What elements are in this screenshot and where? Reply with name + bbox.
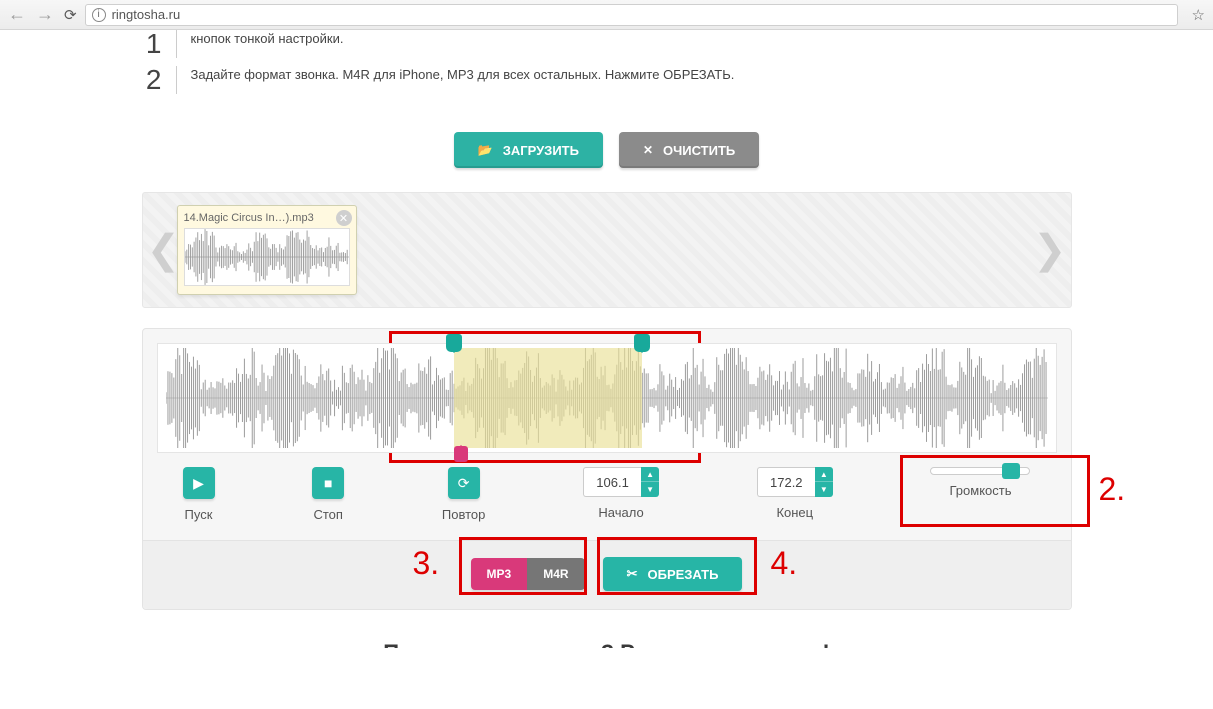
end-label: Конец [776, 505, 813, 520]
site-info-icon[interactable]: i [92, 8, 106, 22]
start-group: ▲ ▼ Начало [583, 467, 659, 520]
annotation-2: 2. [1098, 471, 1125, 508]
instructions-block: 1 кнопок тонкой настройки. 2 Задайте фор… [142, 30, 1072, 114]
step-number: 2 [142, 66, 162, 94]
play-label: Пуск [185, 507, 213, 522]
repeat-icon: ⟳ [458, 475, 470, 492]
stop-group: ■ Стоп [312, 467, 344, 522]
start-down-button[interactable]: ▼ [641, 482, 659, 497]
waveform-area[interactable] [157, 343, 1057, 453]
load-button[interactable]: 📂 ЗАГРУЗИТЬ [454, 132, 603, 168]
selection-region[interactable] [454, 348, 643, 448]
format-toggle: MP3 M4R [471, 558, 585, 590]
format-mp3-button[interactable]: MP3 [471, 558, 528, 590]
volume-thumb[interactable] [1002, 463, 1020, 479]
repeat-button[interactable]: ⟳ [448, 467, 480, 499]
browser-toolbar: ← → ⟳ i ringtosha.ru ☆ [0, 0, 1213, 30]
step-1: 1 кнопок тонкой настройки. [142, 30, 1072, 58]
volume-slider[interactable] [930, 467, 1030, 475]
stop-button[interactable]: ■ [312, 467, 344, 499]
start-up-button[interactable]: ▲ [641, 467, 659, 482]
bottom-row: 3. 4. MP3 M4R ✂ ОБРЕЗАТЬ [143, 541, 1071, 609]
file-card[interactable]: ✕ 14.Magic Circus In…).mp3 [177, 205, 357, 295]
end-time-input[interactable] [757, 467, 815, 497]
load-button-label: ЗАГРУЗИТЬ [503, 143, 579, 158]
step-text: Задайте формат звонка. M4R для iPhone, M… [176, 66, 735, 94]
stop-label: Стоп [313, 507, 342, 522]
cut-button-label: ОБРЕЗАТЬ [647, 567, 718, 582]
step-text: кнопок тонкой настройки. [176, 30, 344, 58]
step-2: 2 Задайте формат звонка. M4R для iPhone,… [142, 66, 1072, 94]
file-name: 14.Magic Circus In…).mp3 [184, 212, 350, 224]
start-time-input[interactable] [583, 467, 641, 497]
controls-row: ▶ Пуск ■ Стоп ⟳ Повтор ▲ [143, 453, 1071, 541]
strip-prev-icon[interactable]: ❮ [147, 227, 181, 273]
annotation-3: 3. [413, 545, 440, 582]
file-thumbnail-wave [184, 228, 350, 286]
url-text: ringtosha.ru [112, 7, 181, 22]
clear-button-label: ОЧИСТИТЬ [663, 143, 735, 158]
clear-button[interactable]: ✕ ОЧИСТИТЬ [619, 132, 759, 168]
strip-next-icon[interactable]: ❯ [1033, 227, 1067, 273]
repeat-group: ⟳ Повтор [442, 467, 485, 522]
scissors-icon: ✂ [627, 566, 638, 582]
volume-label: Громкость [949, 483, 1011, 498]
stop-icon: ■ [324, 475, 332, 491]
play-icon: ▶ [193, 475, 204, 492]
address-bar[interactable]: i ringtosha.ru [85, 4, 1178, 26]
selection-end-handle[interactable] [634, 334, 650, 352]
editor-panel: 1. ▶ Пуск ■ Стоп [142, 328, 1072, 610]
play-button[interactable]: ▶ [183, 467, 215, 499]
bookmark-star-icon[interactable]: ☆ [1192, 6, 1205, 24]
remove-file-icon[interactable]: ✕ [336, 210, 352, 226]
reload-icon[interactable]: ⟳ [64, 6, 77, 24]
volume-group: 2. Громкость [930, 467, 1030, 498]
playhead-handle[interactable] [454, 446, 468, 462]
step-number: 1 [142, 30, 162, 58]
end-group: ▲ ▼ Конец [757, 467, 833, 520]
format-m4r-button[interactable]: M4R [527, 558, 584, 590]
start-label: Начало [598, 505, 643, 520]
play-group: ▶ Пуск [183, 467, 215, 522]
end-down-button[interactable]: ▼ [815, 482, 833, 497]
close-icon: ✕ [643, 143, 653, 157]
repeat-label: Повтор [442, 507, 485, 522]
file-strip: ❮ ✕ 14.Magic Circus In…).mp3 ❯ [142, 192, 1072, 308]
annotation-4: 4. [771, 545, 798, 582]
folder-open-icon: 📂 [478, 143, 493, 157]
back-icon[interactable]: ← [8, 4, 26, 25]
cut-button[interactable]: ✂ ОБРЕЗАТЬ [603, 557, 743, 591]
end-up-button[interactable]: ▲ [815, 467, 833, 482]
selection-start-handle[interactable] [446, 334, 462, 352]
footer-teaser: Понравился сервис? Расскажи друзьям! [142, 640, 1072, 648]
forward-icon[interactable]: → [36, 4, 54, 25]
